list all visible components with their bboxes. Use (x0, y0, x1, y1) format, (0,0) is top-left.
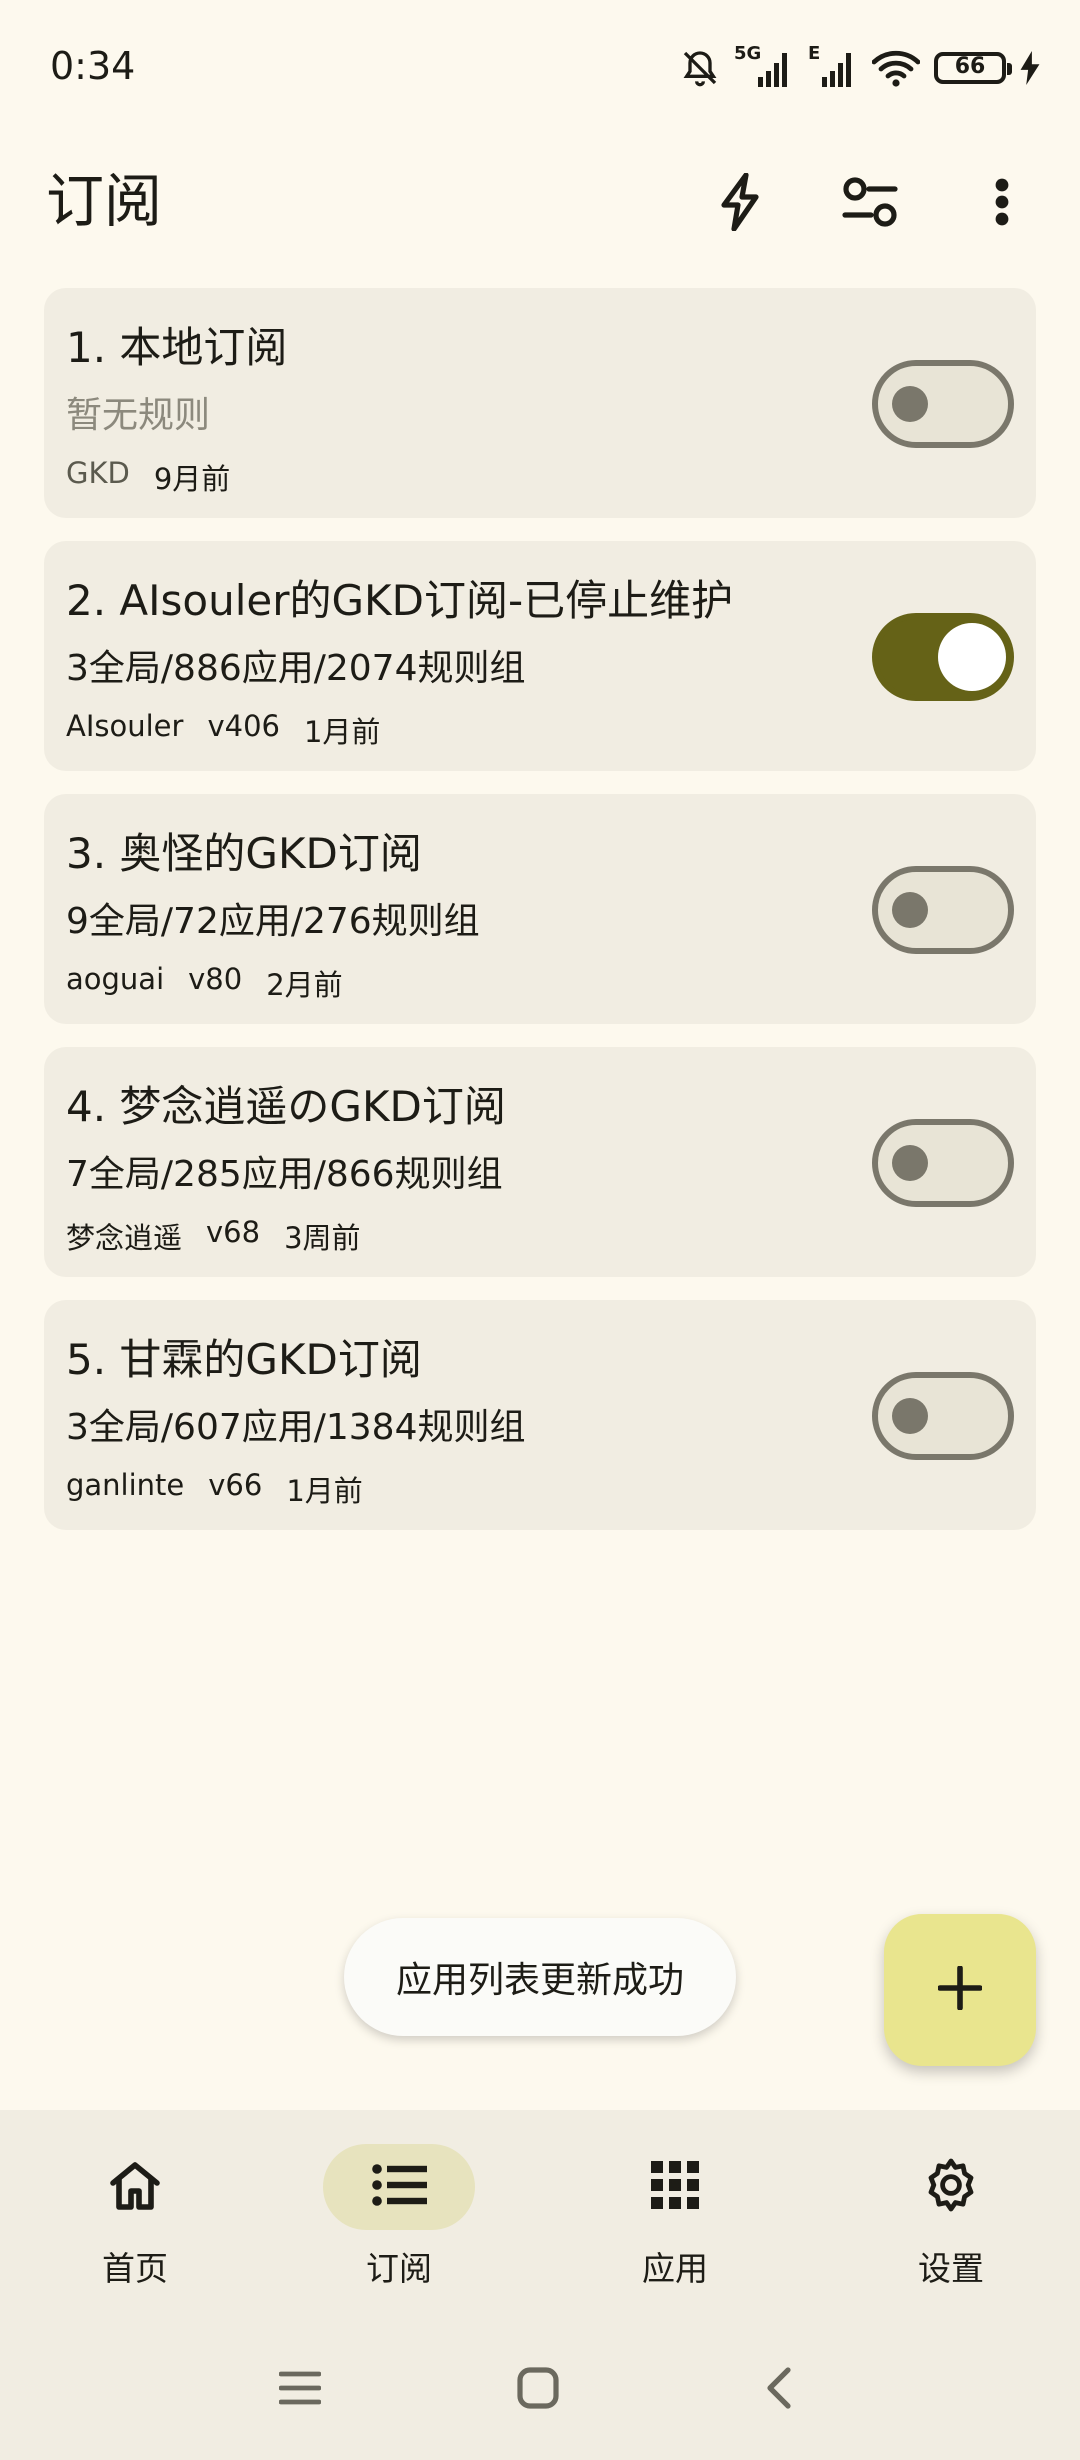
nav-icon-container (323, 2144, 475, 2230)
subscription-title: 1. 本地订阅 (66, 323, 288, 372)
subscription-title: 2. AIsouler的GKD订阅-已停止维护 (66, 576, 734, 625)
subscription-updated: 1月前 (303, 715, 381, 749)
plus-icon (937, 1965, 983, 2014)
flash-icon (718, 172, 762, 235)
subscription-summary: 暂无规则 (66, 395, 211, 436)
subscription-author: aoguai (66, 962, 165, 996)
subscription-author: AIsouler (66, 709, 184, 743)
system-navigation-bar (0, 2330, 1080, 2460)
status-icons: 5G E 66 (680, 43, 1040, 92)
charging-bolt-icon (1020, 51, 1040, 85)
subscription-updated: 3周前 (284, 1221, 361, 1255)
network-type-label: 5G (734, 43, 762, 64)
subscription-summary: 3全局/607应用/1384规则组 (66, 1407, 526, 1448)
nav-icon-container (875, 2144, 1027, 2230)
subscription-title: 5. 甘霖的GKD订阅 (66, 1335, 422, 1384)
subscription-updated: 9月前 (153, 462, 231, 496)
subscription-meta: GKD 9月前 (66, 456, 230, 498)
chevron-left-icon (764, 2366, 792, 2414)
subscription-card[interactable]: 2. AIsouler的GKD订阅-已停止维护 3全局/886应用/2074规则… (44, 541, 1036, 771)
subscription-summary: 9全局/72应用/276规则组 (66, 901, 480, 942)
subscription-version: v66 (208, 1468, 263, 1502)
nav-label: 设置 (918, 2249, 984, 2288)
toast-message: 应用列表更新成功 (344, 1918, 736, 2036)
subscription-updated: 2月前 (266, 968, 343, 1002)
add-subscription-button[interactable] (884, 1914, 1036, 2066)
nav-icon-container (59, 2144, 211, 2230)
battery-level: 66 (954, 54, 986, 79)
nav-label: 应用 (642, 2249, 708, 2288)
subscription-card[interactable]: 5. 甘霖的GKD订阅 3全局/607应用/1384规则组 ganlinte v… (44, 1300, 1036, 1530)
subscription-version: v406 (207, 709, 280, 743)
subscription-updated: 1月前 (286, 1474, 363, 1508)
subscription-version: v68 (206, 1215, 261, 1249)
subscription-meta: ganlinte v66 1月前 (66, 1468, 363, 1510)
toggle-thumb (938, 623, 1006, 691)
nav-item-settings[interactable]: 设置 (816, 2110, 1080, 2310)
signal-e-icon: E (808, 43, 858, 89)
nav-icon-container (599, 2144, 751, 2230)
subscription-author: 梦念逍遥 (66, 1221, 183, 1255)
apps-grid-icon (651, 2161, 699, 2213)
subscription-version: v80 (188, 962, 243, 996)
square-icon (517, 2367, 559, 2413)
menu-lines-icon (278, 2370, 322, 2410)
subscription-card[interactable]: 1. 本地订阅 暂无规则 GKD 9月前 (44, 288, 1036, 518)
nav-label: 首页 (102, 2249, 168, 2288)
list-icon (371, 2163, 427, 2211)
subscription-author: ganlinte (66, 1468, 185, 1502)
subscription-toggle[interactable] (872, 360, 1014, 448)
subscription-toggle[interactable] (872, 613, 1014, 701)
subscription-summary: 3全局/886应用/2074规则组 (66, 648, 526, 689)
wifi-icon (872, 48, 920, 88)
toggle-thumb (892, 386, 928, 422)
nav-item-home[interactable]: 首页 (0, 2110, 270, 2310)
subscription-list: 1. 本地订阅 暂无规则 GKD 9月前 2. AIsouler的GKD订阅-已… (44, 288, 1036, 1553)
battery-icon: 66 (934, 52, 1012, 84)
toggle-thumb (892, 892, 928, 928)
toggle-thumb (892, 1145, 928, 1181)
subscription-title: 3. 奥怪的GKD订阅 (66, 829, 422, 878)
subscription-author: GKD (66, 456, 130, 490)
home-icon (107, 2159, 163, 2215)
app-bar: 订阅 (0, 140, 1080, 280)
filter-sliders-icon (841, 177, 899, 231)
toggle-thumb (892, 1398, 928, 1434)
more-options-button[interactable] (954, 156, 1050, 252)
subscription-meta: 梦念逍遥 v68 3周前 (66, 1215, 361, 1257)
filter-button[interactable] (822, 156, 918, 252)
subscription-toggle[interactable] (872, 1119, 1014, 1207)
nav-item-subscriptions[interactable]: 订阅 (264, 2110, 534, 2310)
more-vert-icon (994, 178, 1010, 230)
subscription-title: 4. 梦念逍遥のGKD订阅 (66, 1082, 506, 1131)
back-button[interactable] (738, 2350, 818, 2430)
recents-button[interactable] (260, 2350, 340, 2430)
subscription-meta: AIsouler v406 1月前 (66, 709, 380, 751)
nav-item-apps[interactable]: 应用 (540, 2110, 810, 2310)
page-title: 订阅 (46, 167, 163, 235)
signal-5g-icon: 5G (734, 43, 794, 89)
home-system-button[interactable] (498, 2350, 578, 2430)
status-bar: 0:34 5G E 66 (0, 0, 1080, 140)
subscription-toggle[interactable] (872, 866, 1014, 954)
subscription-card[interactable]: 3. 奥怪的GKD订阅 9全局/72应用/276规则组 aoguai v80 2… (44, 794, 1036, 1024)
subscription-toggle[interactable] (872, 1372, 1014, 1460)
flash-button[interactable] (692, 156, 788, 252)
status-time: 0:34 (50, 44, 136, 88)
battery-tip (1007, 63, 1012, 75)
nav-label: 订阅 (366, 2249, 432, 2288)
network-type-label-2: E (808, 43, 821, 64)
subscription-meta: aoguai v80 2月前 (66, 962, 343, 1004)
bell-muted-icon (680, 47, 720, 89)
subscription-summary: 7全局/285应用/866规则组 (66, 1154, 503, 1195)
subscription-card[interactable]: 4. 梦念逍遥のGKD订阅 7全局/285应用/866规则组 梦念逍遥 v68 … (44, 1047, 1036, 1277)
gear-icon (923, 2157, 979, 2217)
